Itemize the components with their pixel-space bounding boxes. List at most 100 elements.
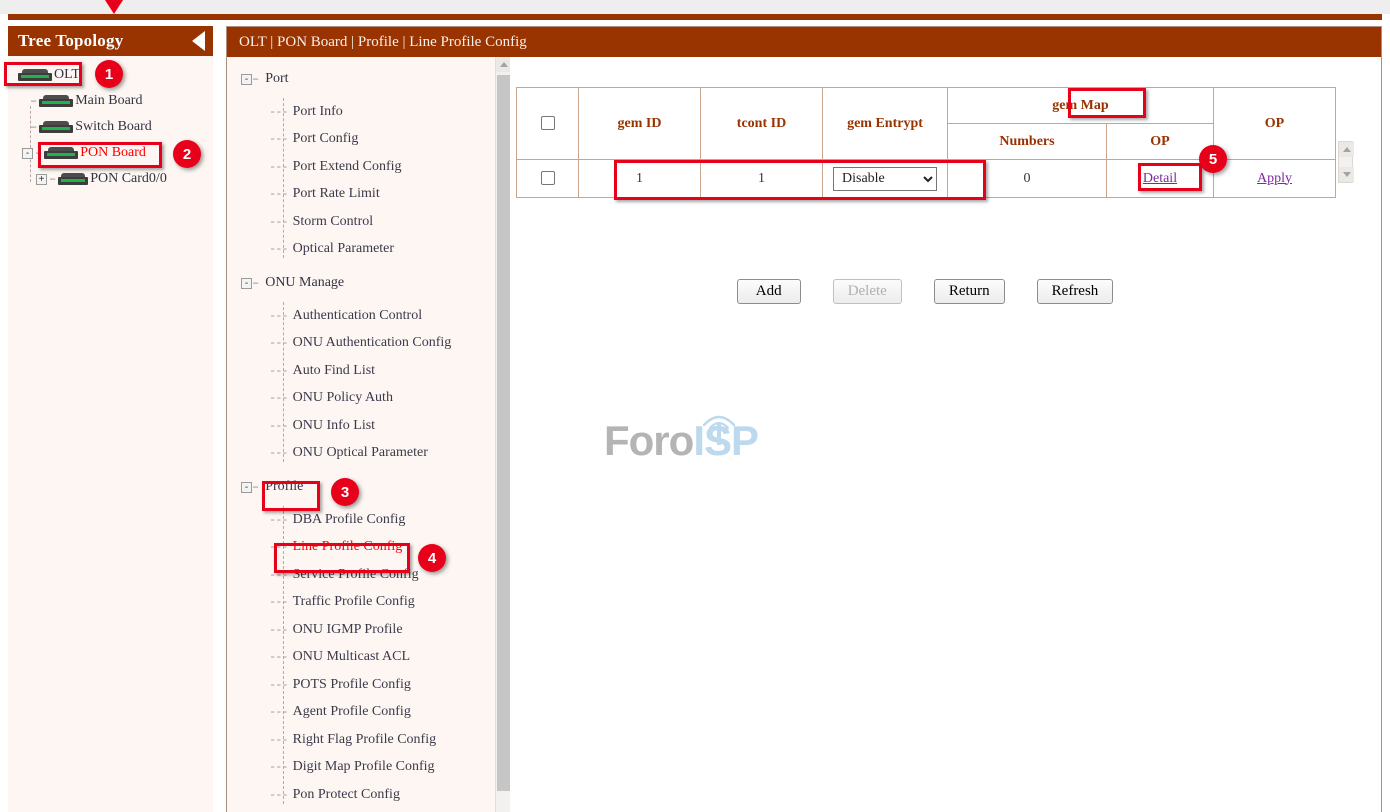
cell-tcont-id: 1 xyxy=(701,160,823,198)
tree-leaf-icon: --- xyxy=(269,132,288,146)
tree-branch-dash-icon: – xyxy=(35,146,42,160)
menu-scrollbar-thumb[interactable] xyxy=(497,75,510,791)
menu-collapse-toggle-icon[interactable]: - xyxy=(241,482,252,493)
tree-topology-body: OLT – Main Board – Switch Board - xyxy=(8,56,213,812)
menu-group-onu-items: --- Authentication Control --- ONU Authe… xyxy=(241,302,510,467)
annotation-badge-4: 4 xyxy=(418,544,446,572)
table-header-gem-map-op: OP xyxy=(1106,124,1213,160)
add-button[interactable]: Add xyxy=(737,279,801,304)
menu-item-service-profile-config[interactable]: --- Service Profile Config xyxy=(241,561,510,589)
cell-gem-map-op: Detail xyxy=(1106,160,1213,198)
cell-gem-entrypt: Disable Enable xyxy=(823,160,948,198)
menu-item-line-profile-config[interactable]: --- Line Profile Config xyxy=(241,534,510,562)
tree-node-pon-card[interactable]: + – PON Card0/0 xyxy=(8,166,213,192)
tree-leaf-icon: --- xyxy=(269,760,288,774)
menu-item-port-info[interactable]: --- Port Info xyxy=(241,98,510,126)
gem-entrypt-select[interactable]: Disable Enable xyxy=(833,167,937,191)
table-header-gem-map: gem Map xyxy=(948,88,1214,124)
tree-branch-dash-icon: – xyxy=(252,72,259,86)
top-pointer-arrow-icon xyxy=(105,0,123,14)
menu-item-digit-map-profile-config[interactable]: --- Digit Map Profile Config xyxy=(241,754,510,782)
menu-group-onu-manage[interactable]: - – ONU Manage xyxy=(241,269,510,297)
cell-op: Apply xyxy=(1214,160,1336,198)
tree-leaf-icon: --- xyxy=(269,733,288,747)
tree-node-switch-board[interactable]: – Switch Board xyxy=(8,114,213,140)
refresh-button[interactable]: Refresh xyxy=(1037,279,1114,304)
tree-leaf-icon: --- xyxy=(269,364,288,378)
device-board-icon xyxy=(39,95,73,107)
tree-leaf-icon: --- xyxy=(269,105,288,119)
tree-branch-dash-icon: – xyxy=(252,276,259,290)
menu-item-optical-parameter[interactable]: --- Optical Parameter xyxy=(241,236,510,264)
tree-topology-title: Tree Topology xyxy=(18,31,123,51)
browser-top-strip xyxy=(0,0,1390,14)
menu-item-dba-profile-config[interactable]: --- DBA Profile Config xyxy=(241,506,510,534)
tree-expand-toggle-icon[interactable]: + xyxy=(36,174,47,185)
menu-item-port-extend-config[interactable]: --- Port Extend Config xyxy=(241,153,510,181)
menu-item-auto-find-list[interactable]: --- Auto Find List xyxy=(241,357,510,385)
menu-item-label: DBA Profile Config xyxy=(293,512,406,528)
tree-leaf-icon: --- xyxy=(269,650,288,664)
menu-item-agent-profile-config[interactable]: --- Agent Profile Config xyxy=(241,699,510,727)
tree-branch-dash-icon: – xyxy=(252,480,259,494)
menu-item-pon-protect-config[interactable]: --- Pon Protect Config xyxy=(241,781,510,809)
left-triangle-icon[interactable] xyxy=(192,31,205,51)
menu-item-label: Authentication Control xyxy=(293,308,422,324)
table-header-row-1: gem ID tcont ID gem Entrypt gem Map OP xyxy=(517,88,1336,124)
table-scrollbar[interactable] xyxy=(1338,141,1353,183)
menu-item-storm-control[interactable]: --- Storm Control xyxy=(241,208,510,236)
menu-item-onu-info-list[interactable]: --- ONU Info List xyxy=(241,412,510,440)
select-all-checkbox[interactable] xyxy=(541,116,555,130)
menu-item-label: ONU IGMP Profile xyxy=(293,622,403,638)
tree-node-main-board[interactable]: – Main Board xyxy=(8,88,213,114)
menu-item-onu-optical-parameter[interactable]: --- ONU Optical Parameter xyxy=(241,440,510,468)
device-board-icon xyxy=(58,173,88,185)
tree-leaf-icon: --- xyxy=(269,705,288,719)
scroll-down-arrow-icon[interactable] xyxy=(1339,167,1354,182)
tree-topology-header: Tree Topology xyxy=(8,26,213,56)
return-button[interactable]: Return xyxy=(934,279,1005,304)
scroll-up-arrow-icon[interactable] xyxy=(1339,142,1354,157)
breadcrumb-text: OLT | PON Board | Profile | Line Profile… xyxy=(239,34,527,51)
menu-item-label: Digit Map Profile Config xyxy=(293,759,435,775)
scroll-up-arrow-icon[interactable] xyxy=(496,57,510,72)
menu-group-profile[interactable]: - – Profile xyxy=(241,473,510,501)
antenna-tower-icon xyxy=(696,411,742,445)
menu-item-port-rate-limit[interactable]: --- Port Rate Limit xyxy=(241,181,510,209)
menu-item-label: Storm Control xyxy=(293,214,374,230)
menu-item-onu-igmp-profile[interactable]: --- ONU IGMP Profile xyxy=(241,616,510,644)
menu-item-onu-authentication-config[interactable]: --- ONU Authentication Config xyxy=(241,330,510,358)
menu-item-traffic-profile-config[interactable]: --- Traffic Profile Config xyxy=(241,589,510,617)
menu-item-port-config[interactable]: --- Port Config xyxy=(241,126,510,154)
table-header-gem-map-numbers: Numbers xyxy=(948,124,1107,160)
tree-leaf-icon: --- xyxy=(269,788,288,802)
menu-item-authentication-control[interactable]: --- Authentication Control xyxy=(241,302,510,330)
menu-item-pots-profile-config[interactable]: --- POTS Profile Config xyxy=(241,671,510,699)
tree-collapse-toggle-icon[interactable]: - xyxy=(22,148,33,159)
menu-collapse-toggle-icon[interactable]: - xyxy=(241,278,252,289)
annotation-badge-2: 2 xyxy=(173,140,201,168)
menu-group-label: Profile xyxy=(265,479,303,495)
menu-item-label: Port Info xyxy=(293,104,343,120)
tree-node-label: PON Card0/0 xyxy=(90,171,167,187)
table-detail-link[interactable]: Detail xyxy=(1143,171,1177,186)
watermark-text-foro: Foro xyxy=(604,417,693,464)
menu-item-right-flag-profile-config[interactable]: --- Right Flag Profile Config xyxy=(241,726,510,754)
line-profile-table: gem ID tcont ID gem Entrypt gem Map OP N… xyxy=(516,87,1336,198)
menu-item-onu-policy-auth[interactable]: --- ONU Policy Auth xyxy=(241,385,510,413)
menu-scrollbar[interactable] xyxy=(495,57,510,812)
menu-collapse-toggle-icon[interactable]: - xyxy=(241,74,252,85)
tree-leaf-icon: --- xyxy=(269,336,288,350)
tree-leaf-icon: --- xyxy=(269,513,288,527)
menu-item-label: ONU Optical Parameter xyxy=(293,445,428,461)
delete-button[interactable]: Delete xyxy=(833,279,902,304)
tree-leaf-icon: --- xyxy=(269,568,288,582)
action-button-row: Add Delete Return Refresh xyxy=(510,279,1340,304)
row-select-cell xyxy=(517,160,579,198)
menu-group-port[interactable]: - – Port xyxy=(241,65,510,93)
tree-node-label: OLT xyxy=(54,67,80,83)
row-checkbox[interactable] xyxy=(541,171,555,185)
menu-item-onu-multicast-acl[interactable]: --- ONU Multicast ACL xyxy=(241,644,510,672)
table-apply-link[interactable]: Apply xyxy=(1257,171,1292,186)
tree-node-label: Main Board xyxy=(75,93,142,109)
